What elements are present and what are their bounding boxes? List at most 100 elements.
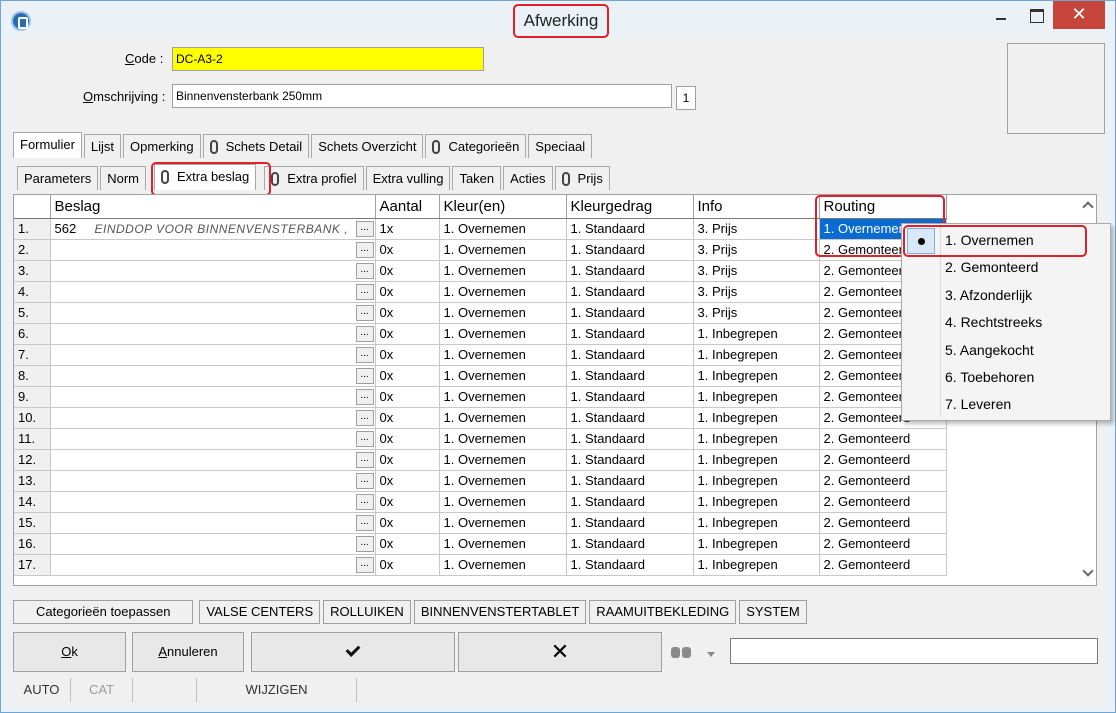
table-row[interactable]: 11.... 0x 1. Overnemen 1. Standaard 1. Inbeg… (14, 428, 947, 450)
routing-cell[interactable]: 2. Gemonteerd (819, 533, 947, 555)
browse-beslag-button[interactable]: ... (355, 409, 374, 426)
kleurgedrag-cell[interactable]: 1. Standaard (566, 512, 694, 534)
app-icon[interactable] (11, 11, 31, 31)
kleurgedrag-cell[interactable]: 1. Standaard (566, 281, 694, 303)
kleurgedrag-cell[interactable]: 1. Standaard (566, 323, 694, 345)
category-raamuitbekleding-button[interactable]: RAAMUITBEKLEDING (589, 600, 737, 624)
browse-beslag-button[interactable]: ... (355, 514, 374, 531)
beslag-cell[interactable]: ... (50, 281, 376, 303)
routing-cell[interactable]: 2. Gemonteerd (819, 470, 947, 492)
col-header-aantal[interactable]: Aantal (375, 195, 440, 219)
minimize-button[interactable] (986, 1, 1016, 29)
aantal-cell[interactable]: 0x (375, 260, 440, 282)
tab-lijst[interactable]: Lijst (83, 134, 122, 158)
table-row[interactable]: 1. 562 EINDDOP VOOR BINNENVENSTERBANK ,...… (14, 218, 947, 240)
scroll-down-icon[interactable] (1082, 565, 1094, 577)
info-cell[interactable]: 1. Inbegrepen (693, 323, 820, 345)
title-bar[interactable]: Afwerking ✕ (1, 1, 1115, 39)
col-header-kleurgedrag[interactable]: Kleurgedrag (566, 195, 694, 219)
beslag-cell[interactable]: ... (50, 386, 376, 408)
table-row[interactable]: 3.... 0x 1. Overnemen 1. Standaard 3. Prijs 2… (14, 260, 947, 282)
kleurgedrag-cell[interactable]: 1. Standaard (566, 302, 694, 324)
kleur-cell[interactable]: 1. Overnemen (439, 365, 567, 387)
binoculars-icon[interactable] (671, 643, 693, 659)
kleurgedrag-cell[interactable]: 1. Standaard (566, 428, 694, 450)
routing-option[interactable]: 7. Leveren (945, 391, 1011, 418)
beslag-cell[interactable]: ... (50, 470, 376, 492)
routing-option[interactable]: 3. Afzonderlijk (945, 282, 1032, 309)
browse-beslag-button[interactable]: ... (355, 388, 374, 405)
kleur-cell[interactable]: 1. Overnemen (439, 428, 567, 450)
browse-beslag-button[interactable]: ... (355, 220, 374, 237)
info-cell[interactable]: 3. Prijs (693, 239, 820, 261)
browse-beslag-button[interactable]: ... (355, 451, 374, 468)
maximize-button[interactable] (1021, 1, 1051, 29)
table-row[interactable]: 7.... 0x 1. Overnemen 1. Standaard 1. Inbegr… (14, 344, 947, 366)
beslag-cell[interactable]: ... (50, 491, 376, 513)
scroll-up-icon[interactable] (1082, 201, 1094, 213)
kleur-cell[interactable]: 1. Overnemen (439, 533, 567, 555)
info-cell[interactable]: 1. Inbegrepen (693, 512, 820, 534)
tab-categorieen[interactable]: Categorieën (425, 134, 527, 158)
routing-cell[interactable]: 2. Gemonteerd (819, 428, 947, 450)
kleur-cell[interactable]: 1. Overnemen (439, 344, 567, 366)
cancel-button[interactable]: Annuleren (132, 632, 244, 672)
info-cell[interactable]: 3. Prijs (693, 302, 820, 324)
tab-formulier[interactable]: Formulier (13, 132, 82, 158)
col-header-beslag[interactable]: Beslag (50, 195, 376, 219)
beslag-cell[interactable]: ... (50, 512, 376, 534)
kleur-cell[interactable]: 1. Overnemen (439, 239, 567, 261)
browse-beslag-button[interactable]: ... (355, 430, 374, 447)
beslag-cell[interactable]: ... (50, 302, 376, 324)
info-cell[interactable]: 3. Prijs (693, 218, 820, 240)
category-rolluiken-button[interactable]: ROLLUIKEN (323, 600, 411, 624)
subtab-prijs[interactable]: Prijs (554, 166, 610, 190)
aantal-cell[interactable]: 0x (375, 512, 440, 534)
info-cell[interactable]: 3. Prijs (693, 260, 820, 282)
kleur-cell[interactable]: 1. Overnemen (439, 407, 567, 429)
aantal-cell[interactable]: 0x (375, 428, 440, 450)
tab-schets-overzicht[interactable]: Schets Overzicht (311, 134, 424, 158)
beslag-cell[interactable]: ... (50, 533, 376, 555)
tab-speciaal[interactable]: Speciaal (528, 134, 593, 158)
beslag-cell[interactable]: ... (50, 407, 376, 429)
kleurgedrag-cell[interactable]: 1. Standaard (566, 260, 694, 282)
table-row[interactable]: 12.... 0x 1. Overnemen 1. Standaard 1. Inbeg… (14, 449, 947, 471)
col-header-kleuren[interactable]: Kleur(en) (439, 195, 567, 219)
info-cell[interactable]: 1. Inbegrepen (693, 554, 820, 576)
subtab-taken[interactable]: Taken (452, 166, 502, 190)
kleurgedrag-cell[interactable]: 1. Standaard (566, 554, 694, 576)
kleur-cell[interactable]: 1. Overnemen (439, 302, 567, 324)
aantal-cell[interactable]: 0x (375, 470, 440, 492)
search-input[interactable] (730, 638, 1098, 664)
table-row[interactable]: 8.... 0x 1. Overnemen 1. Standaard 1. Inbegr… (14, 365, 947, 387)
browse-beslag-button[interactable]: ... (355, 346, 374, 363)
kleur-cell[interactable]: 1. Overnemen (439, 218, 567, 240)
beslag-cell[interactable]: ... (50, 365, 376, 387)
info-cell[interactable]: 1. Inbegrepen (693, 407, 820, 429)
info-cell[interactable]: 1. Inbegrepen (693, 365, 820, 387)
category-binnenvenstertablet-button[interactable]: BINNENVENSTERTABLET (413, 600, 587, 624)
info-cell[interactable]: 1. Inbegrepen (693, 428, 820, 450)
kleurgedrag-cell[interactable]: 1. Standaard (566, 491, 694, 513)
aantal-cell[interactable]: 0x (375, 386, 440, 408)
tab-opmerking[interactable]: Opmerking (123, 134, 201, 158)
routing-option[interactable]: 5. Aangekocht (945, 337, 1034, 364)
ok-button[interactable]: Ok (13, 632, 126, 672)
kleur-cell[interactable]: 1. Overnemen (439, 554, 567, 576)
table-row[interactable]: 16.... 0x 1. Overnemen 1. Standaard 1. Inbeg… (14, 533, 947, 555)
table-row[interactable]: 13.... 0x 1. Overnemen 1. Standaard 1. Inbeg… (14, 470, 947, 492)
aantal-cell[interactable]: 0x (375, 302, 440, 324)
browse-beslag-button[interactable]: ... (355, 241, 374, 258)
browse-beslag-button[interactable]: ... (355, 304, 374, 321)
browse-beslag-button[interactable]: ... (355, 367, 374, 384)
aantal-cell[interactable]: 0x (375, 239, 440, 261)
kleur-cell[interactable]: 1. Overnemen (439, 470, 567, 492)
kleurgedrag-cell[interactable]: 1. Standaard (566, 239, 694, 261)
aantal-cell[interactable]: 0x (375, 554, 440, 576)
info-cell[interactable]: 3. Prijs (693, 281, 820, 303)
aantal-cell[interactable]: 0x (375, 344, 440, 366)
kleur-cell[interactable]: 1. Overnemen (439, 386, 567, 408)
routing-option[interactable]: 2. Gemonteerd (945, 254, 1038, 281)
aantal-cell[interactable]: 0x (375, 281, 440, 303)
